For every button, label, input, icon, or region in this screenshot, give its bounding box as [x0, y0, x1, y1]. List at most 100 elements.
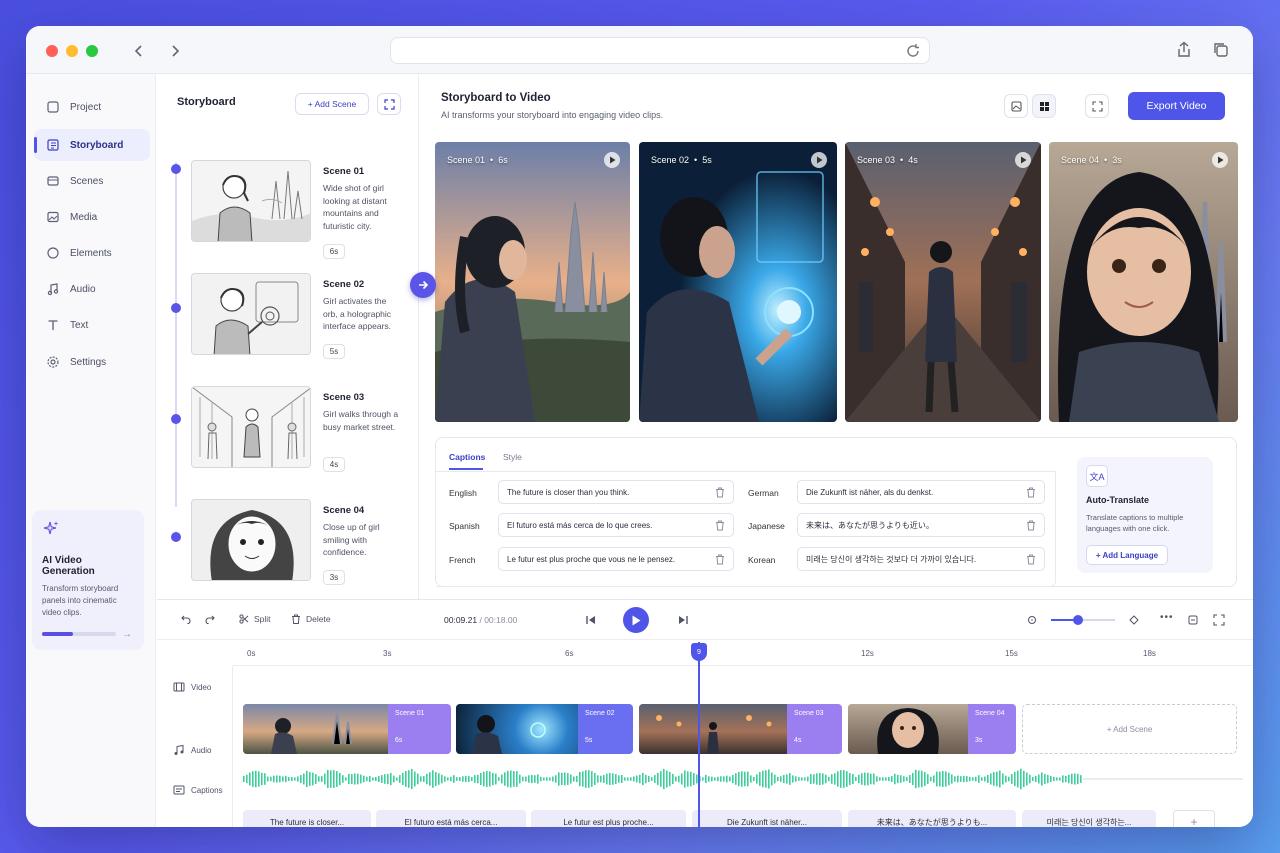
waveform-bar [972, 777, 974, 781]
caption-input-korean[interactable]: 미래는 당신이 생각하는 것보다 더 가까이 있습니다. [797, 547, 1045, 571]
sidebar-item-project[interactable]: Project [34, 91, 150, 123]
fit-view-button[interactable] [377, 93, 401, 115]
maximize-window-button[interactable] [86, 45, 98, 57]
delete-button[interactable]: Delete [291, 614, 331, 624]
time-ruler[interactable]: 0s 3s 6s 12s 15s 18s [233, 640, 1253, 666]
waveform-bar [1074, 773, 1076, 785]
tab-captions[interactable]: Captions [449, 452, 485, 462]
ai-video-generation-card[interactable]: AI Video Generation Transform storyboard… [32, 510, 144, 650]
address-bar[interactable] [390, 37, 930, 64]
video-clip-4[interactable]: Scene 04 • 3s [1049, 142, 1238, 422]
zoom-out-icon[interactable] [1027, 615, 1037, 625]
sidebar-item-scenes[interactable]: Scenes [34, 165, 150, 197]
sidebar-item-storyboard[interactable]: Storyboard [34, 129, 150, 161]
add-language-button[interactable]: + Add Language [1086, 545, 1168, 565]
storyboard-scene-4[interactable]: Scene 04 Close up of girl smiling with c… [191, 499, 411, 599]
track-label-captions: Captions [173, 784, 223, 796]
play-button[interactable] [623, 607, 649, 633]
waveform-bar [849, 773, 851, 785]
trash-icon[interactable] [715, 520, 725, 531]
audio-waveform[interactable] [243, 768, 1243, 790]
waveform-bar [300, 774, 302, 784]
caption-chip[interactable]: El futuro está más cerca... [376, 810, 526, 827]
single-view-button[interactable] [1004, 94, 1028, 118]
storyboard-scene-1[interactable]: Scene 01 Wide shot of girl looking at di… [191, 160, 411, 260]
timeline-clip-2[interactable]: Scene 02 5s [456, 704, 633, 754]
caption-chip[interactable]: Die Zukunft ist näher... [692, 810, 842, 827]
caption-input-english[interactable]: The future is closer than you think. [498, 480, 734, 504]
add-scene-button[interactable]: + Add Scene [295, 93, 369, 115]
undo-button[interactable] [181, 614, 196, 624]
trash-icon[interactable] [1026, 554, 1036, 565]
fullscreen-button[interactable] [1085, 94, 1109, 118]
sidebar-item-settings[interactable]: Settings [34, 346, 150, 378]
video-clip-3[interactable]: Scene 03 • 4s [845, 142, 1041, 422]
caption-input-spanish[interactable]: El futuro está más cerca de lo que crees… [498, 513, 734, 537]
waveform-bar [642, 772, 644, 786]
caption-input-japanese[interactable]: 未来は、あなたが思うよりも近い。 [797, 513, 1045, 537]
minimize-window-button[interactable] [66, 45, 78, 57]
export-video-button[interactable]: Export Video [1128, 92, 1225, 120]
storyboard-scene-3[interactable]: Scene 03 Girl walks through a busy marke… [191, 386, 411, 486]
sidebar-item-media[interactable]: Media [34, 201, 150, 233]
trash-icon[interactable] [715, 487, 725, 498]
sidebar-item-text[interactable]: Text [34, 309, 150, 341]
trash-icon[interactable] [1026, 520, 1036, 531]
playhead-handle[interactable]: 9 [691, 643, 707, 661]
share-icon[interactable] [1174, 40, 1194, 60]
caption-chip[interactable]: 未来は、あなたが思うよりも... [848, 810, 1016, 827]
split-button[interactable]: Split [239, 614, 271, 624]
grid-view-button[interactable] [1032, 94, 1056, 118]
waveform-bar [495, 773, 497, 785]
generate-arrow-button[interactable] [410, 272, 436, 298]
tab-style[interactable]: Style [503, 452, 522, 462]
zoom-in-icon[interactable] [1129, 615, 1139, 625]
video-clip-2[interactable]: Scene 02 • 5s [639, 142, 837, 422]
reload-icon[interactable] [905, 43, 921, 59]
tabs-icon[interactable] [1211, 40, 1231, 60]
waveform-bar [297, 776, 299, 782]
redo-button[interactable] [205, 614, 220, 624]
sidebar-item-audio[interactable]: Audio [34, 273, 150, 305]
waveform-bar [813, 774, 815, 784]
waveform-bar [942, 771, 944, 787]
storyboard-scene-2[interactable]: Scene 02 Girl activates the orb, a holog… [191, 273, 411, 373]
trash-icon[interactable] [715, 554, 725, 565]
timeline-clip-1[interactable]: Scene 01 6s [243, 704, 451, 754]
caption-input-german[interactable]: Die Zukunft ist näher, als du denkst. [797, 480, 1045, 504]
add-caption-button[interactable]: + [1173, 810, 1215, 827]
waveform-bar [630, 777, 632, 781]
storyboard-icon [47, 139, 59, 151]
caption-chip[interactable]: The future is closer... [243, 810, 371, 827]
caption-chip[interactable]: Le futur est plus proche... [531, 810, 686, 827]
play-icon[interactable] [604, 152, 620, 168]
zoom-slider-track[interactable] [1051, 619, 1115, 621]
forward-button[interactable] [162, 38, 188, 64]
zoom-slider-handle[interactable] [1073, 615, 1083, 625]
caption-input-french[interactable]: Le futur est plus proche que vous ne le … [498, 547, 734, 571]
waveform-bar [996, 771, 998, 787]
skip-forward-icon[interactable] [677, 614, 689, 626]
arrow-right-icon[interactable]: → [122, 629, 132, 640]
back-button[interactable] [126, 38, 152, 64]
add-scene-slot[interactable]: + Add Scene [1022, 704, 1237, 754]
timeline-clip-3[interactable]: Scene 03 4s [639, 704, 842, 754]
expand-icon[interactable] [1213, 614, 1225, 626]
fit-timeline-icon[interactable] [1187, 614, 1199, 626]
playhead-line[interactable] [698, 642, 700, 827]
play-icon[interactable] [1212, 152, 1228, 168]
waveform-bar [711, 776, 713, 782]
video-clip-1[interactable]: Scene 01 • 6s [435, 142, 630, 422]
trash-icon[interactable] [1026, 487, 1036, 498]
more-options-icon[interactable]: ••• [1160, 612, 1174, 623]
waveform-bar [513, 771, 515, 787]
sidebar-item-elements[interactable]: Elements [34, 237, 150, 269]
scene-02-image [639, 142, 837, 422]
play-icon[interactable] [811, 152, 827, 168]
skip-back-icon[interactable] [585, 614, 597, 626]
timeline-clip-4[interactable]: Scene 04 3s [848, 704, 1016, 754]
close-window-button[interactable] [46, 45, 58, 57]
sidebar-item-label: Settings [70, 356, 107, 368]
play-icon[interactable] [1015, 152, 1031, 168]
caption-chip[interactable]: 미래는 당신이 생각하는... [1022, 810, 1156, 827]
